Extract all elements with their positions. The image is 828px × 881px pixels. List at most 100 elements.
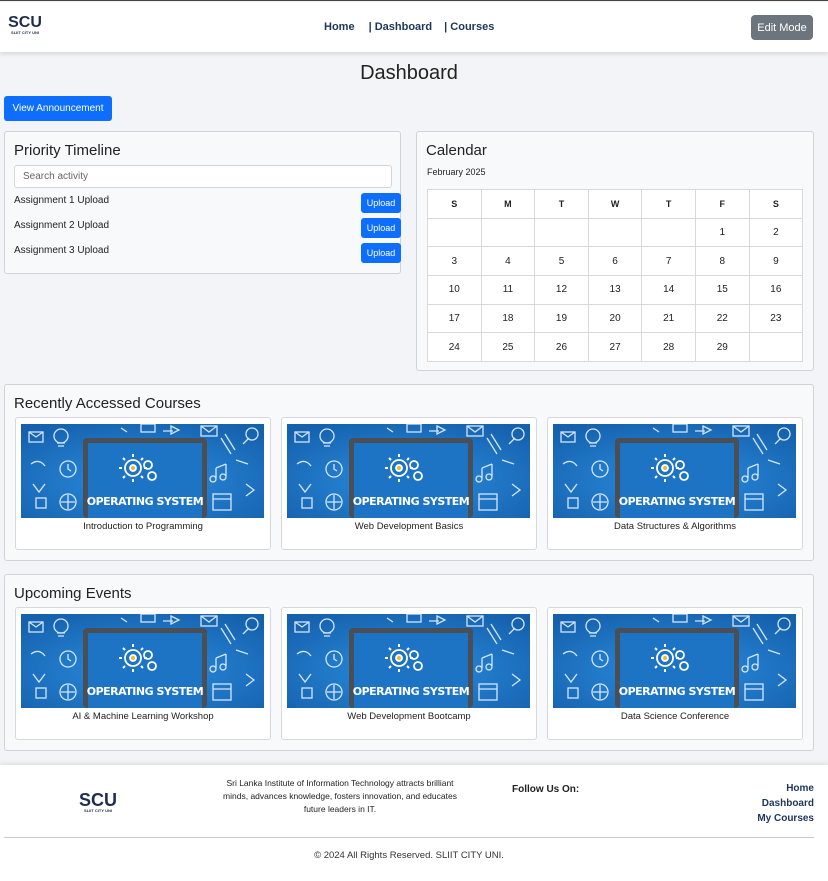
calendar-day-cell[interactable]: 20 bbox=[587, 303, 643, 334]
task-label: Assignment 1 Upload bbox=[14, 195, 110, 206]
calendar-day-cell[interactable]: 19 bbox=[534, 303, 589, 334]
calendar-day-cell[interactable]: 8 bbox=[694, 246, 750, 277]
calendar-day-cell[interactable]: 5 bbox=[534, 246, 589, 277]
weekday-header: S bbox=[748, 189, 804, 219]
thumbnail-label: OPERATING SYSTEM bbox=[619, 685, 736, 698]
search-activity-input[interactable]: Search activity bbox=[14, 165, 392, 188]
upload-button[interactable]: Upload bbox=[361, 218, 401, 238]
calendar-week-row: 12 bbox=[427, 217, 804, 248]
task-label: Assignment 3 Upload bbox=[14, 245, 110, 256]
upcoming-events-panel: Upcoming Events OPERATING SYSTEM AI & Ma… bbox=[4, 574, 814, 751]
priority-timeline-title: Priority Timeline bbox=[14, 142, 121, 159]
top-navbar: SCU SLIIT CITY UNI Home | Dashboard | Co… bbox=[0, 2, 828, 52]
calendar-day-cell[interactable]: 27 bbox=[587, 332, 643, 363]
edit-mode-button[interactable]: Edit Mode bbox=[751, 15, 813, 40]
weekday-header: S bbox=[427, 189, 482, 219]
course-card[interactable]: OPERATING SYSTEM Introduction to Program… bbox=[15, 417, 271, 550]
event-caption: AI & Machine Learning Workshop bbox=[72, 711, 214, 722]
footer-links: Home Dashboard My Courses bbox=[757, 781, 814, 826]
footer-logo: SCU SLIIT CITY UNI bbox=[78, 790, 118, 813]
nav-home-link[interactable]: Home bbox=[324, 21, 355, 33]
footer-link-my-courses[interactable]: My Courses bbox=[757, 811, 814, 826]
page-title: Dashboard bbox=[360, 62, 458, 84]
thumbnail-label: OPERATING SYSTEM bbox=[87, 685, 204, 698]
footer-link-dashboard[interactable]: Dashboard bbox=[757, 796, 814, 811]
event-caption: Data Science Conference bbox=[620, 711, 730, 722]
calendar-panel: Calendar February 2025 S M T W T F S 123… bbox=[416, 131, 814, 371]
recent-courses-title: Recently Accessed Courses bbox=[14, 395, 201, 412]
calendar-week-row: 10 11 12 13 14 15 16 bbox=[427, 275, 804, 305]
weekday-header: W bbox=[587, 189, 643, 219]
calendar-day-cell[interactable]: 28 bbox=[641, 332, 696, 363]
nav-courses-link[interactable]: | Courses bbox=[444, 21, 494, 33]
calendar-week-row: 24 25 26 27 28 29 bbox=[427, 332, 804, 363]
calendar-week-row: 3456789 bbox=[427, 246, 804, 277]
calendar-week-row: 17 18 19 20 21 22 23 bbox=[427, 303, 804, 334]
calendar-day-cell[interactable]: 13 bbox=[587, 275, 643, 305]
calendar-day-cell[interactable]: 29 bbox=[694, 332, 750, 363]
course-card[interactable]: OPERATING SYSTEM Web Development Basics bbox=[281, 417, 537, 550]
event-card[interactable]: OPERATING SYSTEM AI & Machine Learning W… bbox=[15, 607, 271, 740]
upcoming-events-title: Upcoming Events bbox=[14, 585, 132, 602]
footer-logo-text: SCU bbox=[78, 790, 117, 810]
operating-system-illustration: OPERATING SYSTEM bbox=[287, 614, 530, 708]
calendar-day-cell[interactable]: 18 bbox=[480, 303, 536, 334]
course-caption: Web Development Basics bbox=[354, 521, 464, 532]
task-label: Assignment 2 Upload bbox=[14, 220, 110, 231]
calendar-day-cell[interactable]: 23 bbox=[748, 303, 804, 334]
scu-logo[interactable]: SCU SLIIT CITY UNI bbox=[8, 15, 42, 36]
calendar-day-cell[interactable]: 2 bbox=[748, 217, 804, 248]
nav-dashboard-link[interactable]: | Dashboard bbox=[369, 21, 433, 33]
calendar-day-cell[interactable]: 14 bbox=[641, 275, 696, 305]
calendar-day-cell[interactable]: 12 bbox=[534, 275, 589, 305]
weekday-header: F bbox=[694, 189, 750, 219]
course-caption: Data Structures & Algorithms bbox=[614, 521, 736, 532]
course-thumbnail: OPERATING SYSTEM bbox=[287, 424, 530, 518]
event-caption: Web Development Bootcamp bbox=[347, 711, 471, 722]
event-card[interactable]: OPERATING SYSTEM Data Science Conference bbox=[547, 607, 803, 740]
course-card[interactable]: OPERATING SYSTEM Data Structures & Algor… bbox=[547, 417, 803, 550]
upload-button[interactable]: Upload bbox=[361, 193, 401, 213]
footer-about-text: Sri Lanka Institute of Information Techn… bbox=[223, 778, 457, 814]
calendar-empty-cell bbox=[748, 332, 804, 363]
calendar-day-cell[interactable]: 6 bbox=[587, 246, 643, 277]
calendar-month: February 2025 bbox=[427, 167, 486, 177]
calendar-day-cell[interactable]: 1 bbox=[694, 217, 750, 248]
calendar-day-cell[interactable]: 24 bbox=[427, 332, 482, 363]
course-thumbnail: OPERATING SYSTEM bbox=[553, 424, 796, 518]
course-caption: Introduction to Programming bbox=[83, 521, 203, 532]
logo-subtext: SLIIT CITY UNI bbox=[11, 30, 39, 35]
upload-button[interactable]: Upload bbox=[361, 243, 401, 263]
priority-timeline-panel: Priority Timeline Search activity Assign… bbox=[4, 131, 401, 274]
calendar-day-cell[interactable]: 15 bbox=[694, 275, 750, 305]
operating-system-illustration: OPERATING SYSTEM bbox=[553, 614, 796, 708]
follow-us-label: Follow Us On: bbox=[512, 784, 580, 795]
calendar-title: Calendar bbox=[426, 142, 487, 159]
calendar-empty-cell bbox=[534, 217, 589, 248]
operating-system-illustration: OPERATING SYSTEM bbox=[553, 424, 796, 518]
event-thumbnail: OPERATING SYSTEM bbox=[553, 614, 796, 708]
calendar-day-cell[interactable]: 7 bbox=[641, 246, 696, 277]
view-announcement-button[interactable]: View Announcement bbox=[4, 96, 112, 121]
calendar-day-cell[interactable]: 21 bbox=[641, 303, 696, 334]
footer-link-home[interactable]: Home bbox=[757, 781, 814, 796]
thumbnail-label: OPERATING SYSTEM bbox=[353, 495, 470, 508]
calendar-empty-cell bbox=[587, 217, 643, 248]
calendar-day-cell[interactable]: 26 bbox=[534, 332, 589, 363]
calendar-day-cell[interactable]: 9 bbox=[748, 246, 804, 277]
operating-system-illustration: OPERATING SYSTEM bbox=[21, 424, 264, 518]
task-item: Assignment 2 Upload Upload bbox=[14, 218, 401, 238]
calendar-empty-cell bbox=[641, 217, 696, 248]
weekday-header: T bbox=[641, 189, 696, 219]
calendar-day-cell[interactable]: 3 bbox=[427, 246, 482, 277]
calendar-day-cell[interactable]: 10 bbox=[427, 275, 482, 305]
calendar-day-cell[interactable]: 25 bbox=[480, 332, 536, 363]
calendar-day-cell[interactable]: 16 bbox=[748, 275, 804, 305]
calendar-day-cell[interactable]: 4 bbox=[480, 246, 536, 277]
calendar-day-cell[interactable]: 22 bbox=[694, 303, 750, 334]
calendar-day-cell[interactable]: 17 bbox=[427, 303, 482, 334]
calendar-day-cell[interactable]: 11 bbox=[480, 275, 536, 305]
task-item: Assignment 1 Upload Upload bbox=[14, 193, 401, 213]
event-card[interactable]: OPERATING SYSTEM Web Development Bootcam… bbox=[281, 607, 537, 740]
operating-system-illustration: OPERATING SYSTEM bbox=[21, 614, 264, 708]
